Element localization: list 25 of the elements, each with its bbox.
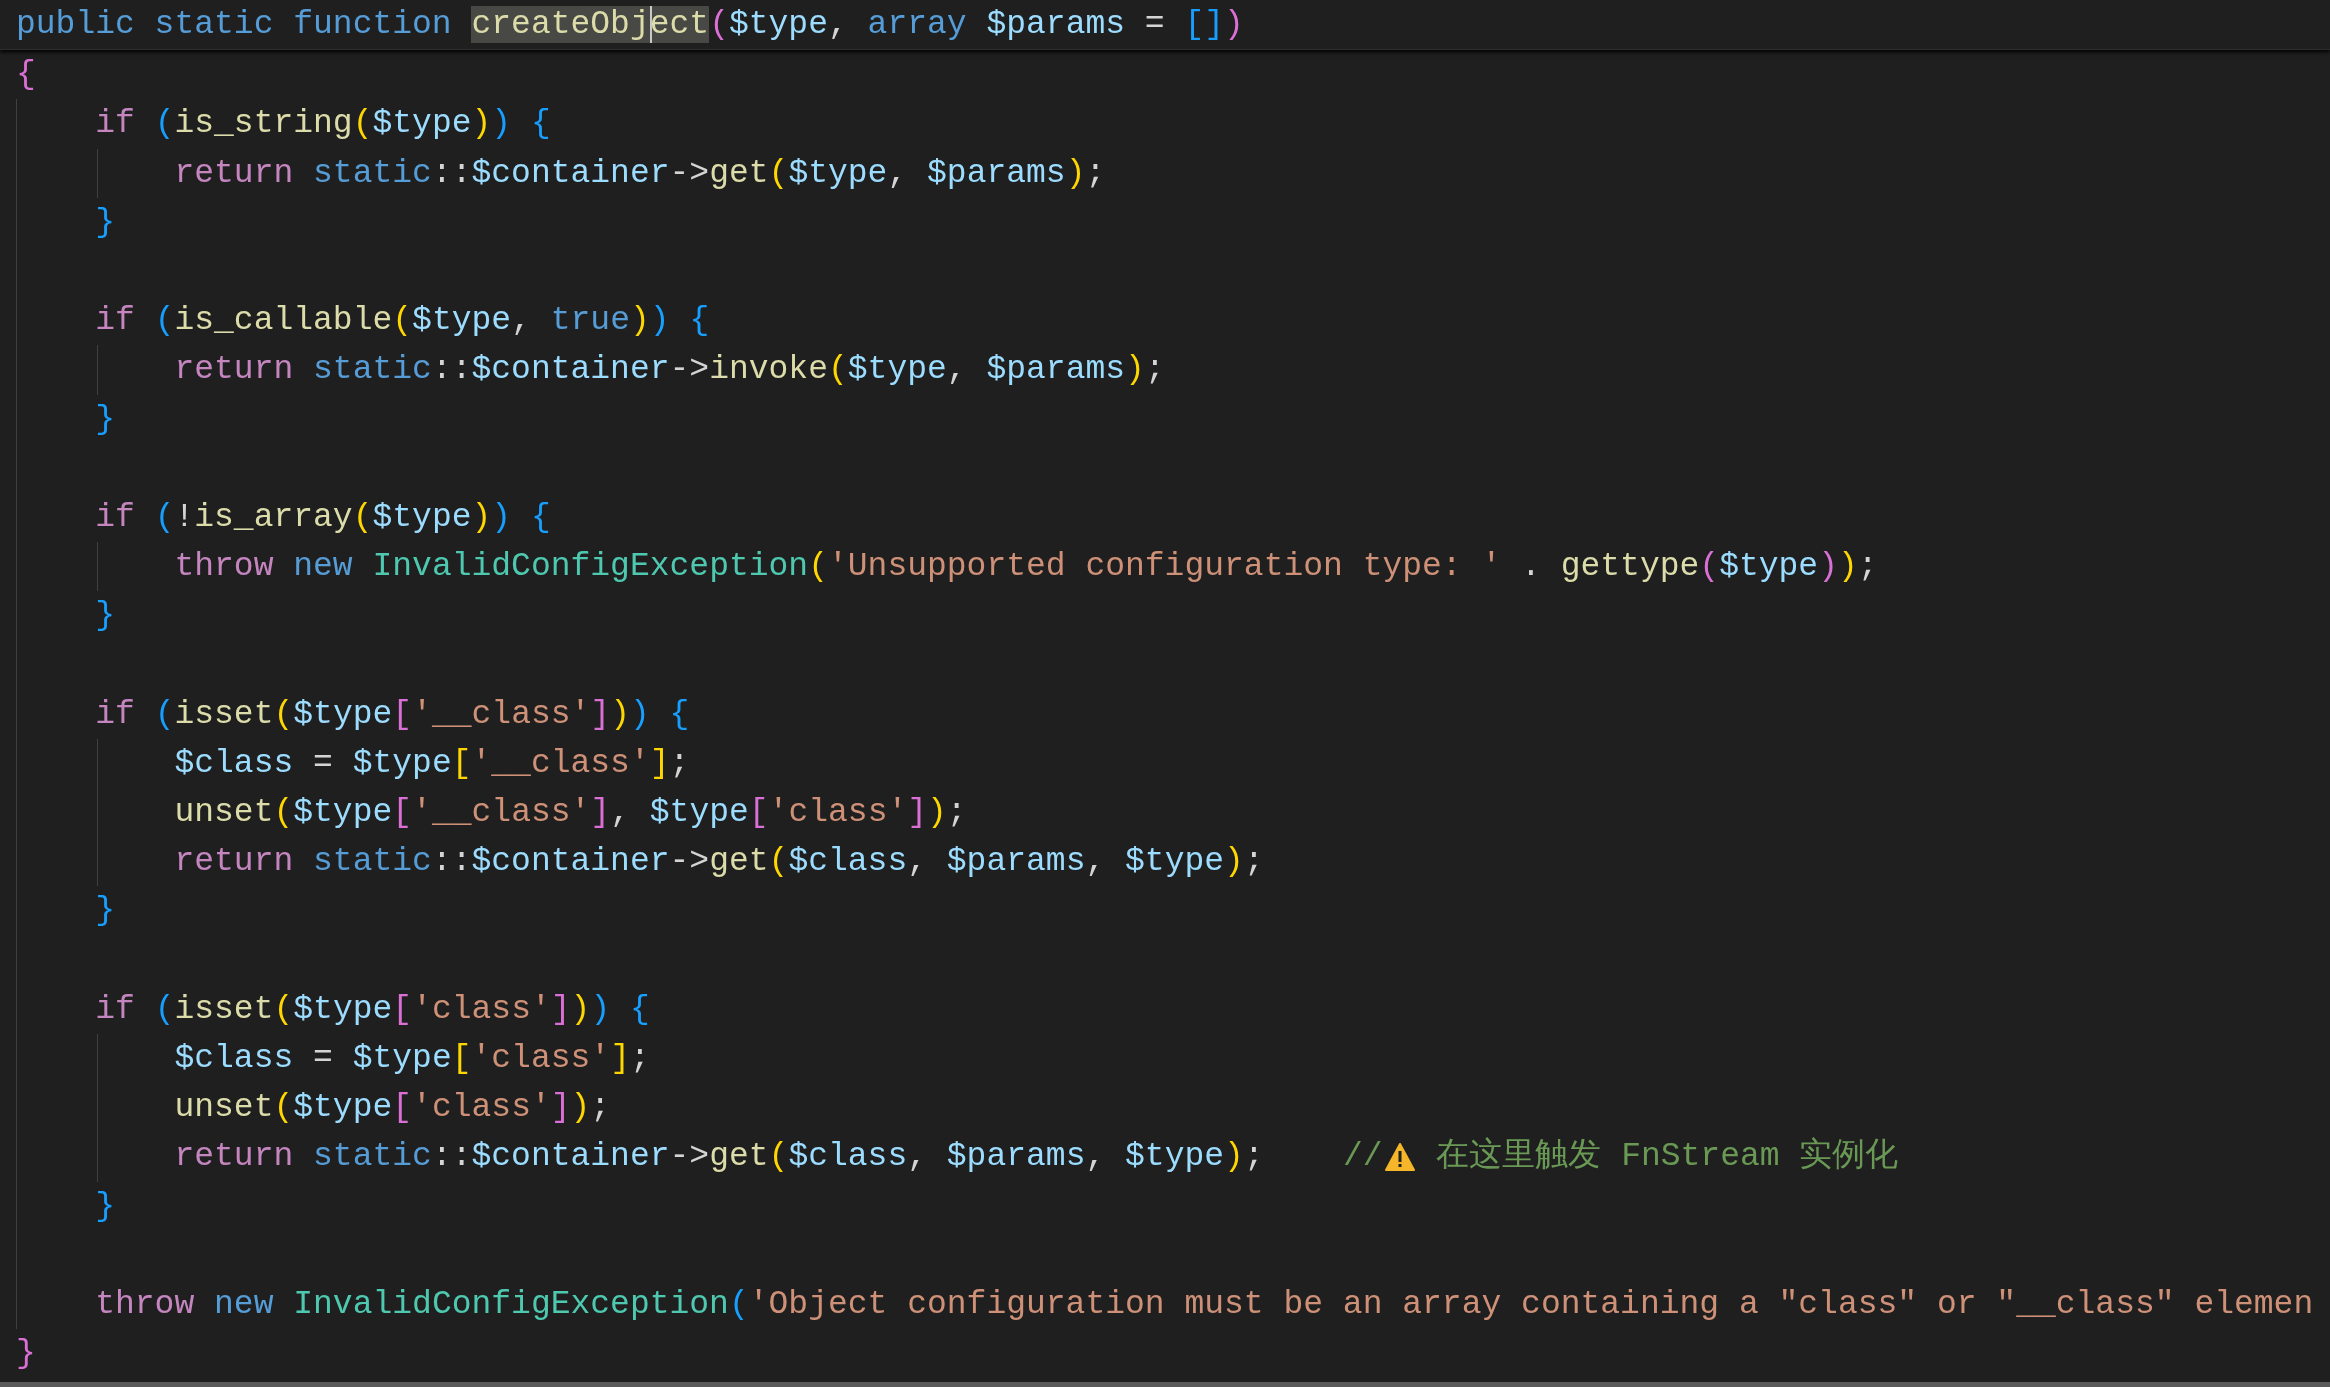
code-text: 在这里触发 FnStream 实例化: [1435, 1136, 1899, 1178]
code-text: $class = $type['__class'];: [173, 743, 690, 784]
code-text: $class = $type['class'];: [173, 1038, 650, 1079]
code-text: unset($type['class']);: [173, 1088, 611, 1129]
code-text: }: [94, 202, 116, 243]
code-text: return static::$container->get($class, $params, $type); //: [173, 1137, 1383, 1178]
code-text: }: [94, 891, 116, 932]
code-text: unset($type['__class'], $type['class']);: [173, 793, 967, 833]
code-text: return static::$container->get($class, $params, $type);: [173, 842, 1264, 883]
code-text: if (is_string($type)) {: [94, 104, 551, 145]
code-text: if (!is_array($type)) {: [94, 497, 551, 538]
code-text: throw new InvalidConfigException('Unsupported configuration type: ' . gettype($type));: [173, 547, 1878, 588]
code-text: public static function createObj ect($type, array $params = []): [16, 5, 1244, 45]
code-text: if (is_callable($type, true)) {: [94, 301, 710, 342]
code-text: return static::$container->get($type, $params);: [173, 153, 1106, 194]
code-text: if (isset($type['__class'])) {: [94, 694, 690, 735]
code-text: }: [94, 399, 116, 440]
code-text: }: [94, 1186, 116, 1227]
code-text: }: [94, 596, 116, 637]
code-text: throw new InvalidConfigException('Object configuration must be an array containing a "class" or "__class" elemen: [94, 1284, 2314, 1325]
code-text: }: [16, 1334, 36, 1375]
code-text: if (isset($type['class'])) {: [94, 989, 650, 1030]
code-text: return static::$container->invoke($type, $params);: [173, 350, 1165, 391]
warning-icon: [1384, 1142, 1415, 1171]
code-text: {: [16, 55, 36, 96]
